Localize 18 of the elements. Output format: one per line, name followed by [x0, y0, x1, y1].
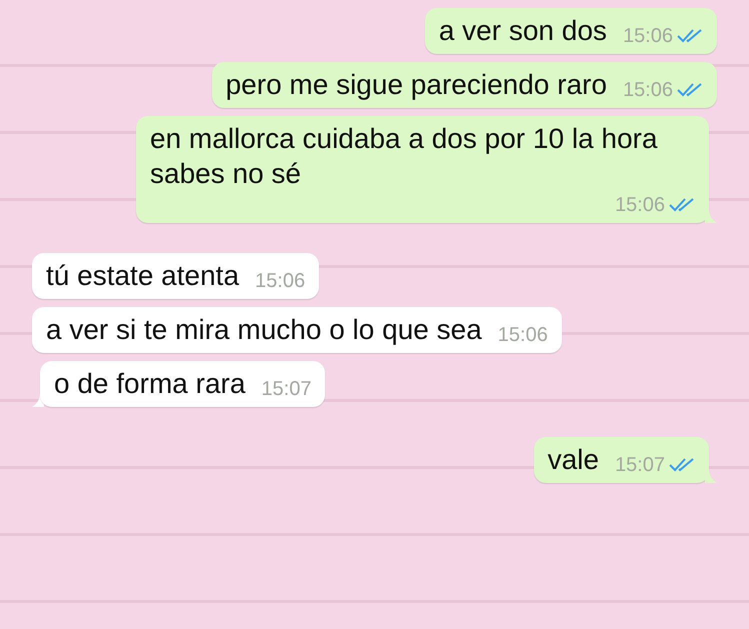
message-time: 15:06 [255, 269, 306, 293]
message-text: tú estate atenta [46, 259, 240, 293]
double-check-icon [677, 82, 703, 98]
message-time: 15:06 [614, 193, 665, 217]
message-text: vale [548, 443, 599, 477]
message-time: 15:07 [261, 377, 312, 401]
double-check-icon [669, 457, 695, 473]
double-check-icon [669, 197, 695, 213]
message-time: 15:06 [498, 323, 548, 347]
message-text: o de forma rara [54, 367, 246, 401]
message-time: 15:07 [614, 453, 665, 477]
double-check-icon [677, 28, 703, 44]
message-time: 15:06 [622, 24, 673, 48]
message-text: a ver son dos [438, 14, 607, 48]
message-text: a ver si te mira mucho o lo que sea [46, 313, 482, 347]
message-text: pero me sigue pareciendo raro [226, 68, 607, 102]
message-time: 15:06 [622, 78, 673, 102]
message-text: en mallorca cuidaba a dos por 10 la hora sabes no sé [150, 122, 658, 191]
